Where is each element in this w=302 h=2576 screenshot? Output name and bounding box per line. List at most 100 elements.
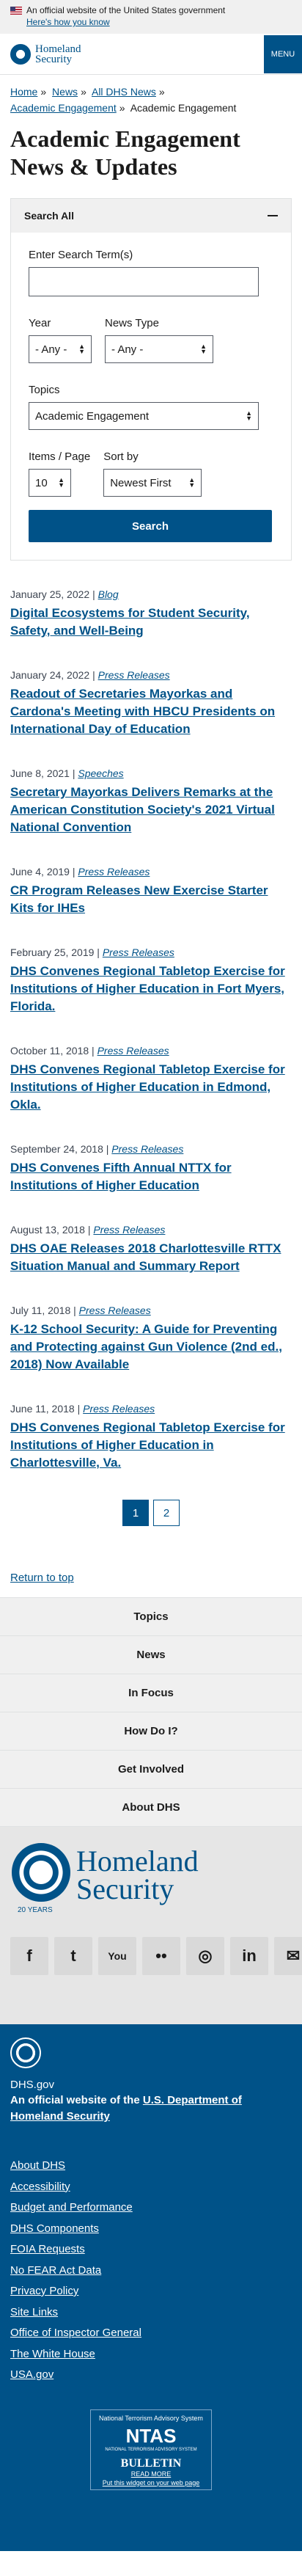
search-panel: Search All Enter Search Term(s) Year - A… — [10, 198, 292, 561]
result-type-link[interactable]: Press Releases — [98, 669, 170, 681]
ntas-bulletin: BULLETIN — [120, 2456, 182, 2470]
footer-link-budget[interactable]: Budget and Performance — [10, 2197, 292, 2219]
page-1-button[interactable]: 1 — [122, 1500, 149, 1526]
news-type-select[interactable]: - Any - ▲ ▼ — [105, 335, 213, 363]
ntas-widget[interactable]: National Terrorism Advisory System NTAS … — [90, 2409, 212, 2490]
breadcrumb-news[interactable]: News — [52, 86, 78, 98]
flickr-icon[interactable]: •• — [142, 1937, 180, 1975]
page-2-button[interactable]: 2 — [153, 1500, 180, 1526]
result-title-link[interactable]: DHS Convenes Regional Tabletop Exercise … — [10, 1061, 292, 1114]
site-footer: DHS.gov An official website of the U.S. … — [0, 2024, 302, 2551]
select-arrows-icon: ▲ ▼ — [246, 409, 252, 422]
result-meta: February 25, 2019 | Press Releases — [10, 945, 292, 960]
social-links: f t You •• ◎ in ✉ — [10, 1937, 302, 1975]
result-date: January 25, 2022 | — [10, 588, 95, 600]
footer-logo-band: Homeland Security 20 YEARS f t You •• ◎ … — [0, 1826, 302, 2024]
list-item: June 8, 2021 | Speeches Secretary Mayork… — [10, 766, 292, 836]
breadcrumb-separator: » — [81, 86, 86, 98]
youtube-icon[interactable]: You — [98, 1937, 136, 1975]
sort-by-label: Sort by — [103, 450, 139, 463]
heres-how-link[interactable]: Here's how you know — [26, 16, 292, 28]
footer-link-foia[interactable]: FOIA Requests — [10, 2239, 292, 2261]
footer-nav-about-dhs[interactable]: About DHS — [0, 1788, 302, 1826]
footer-link-accessibility[interactable]: Accessibility — [10, 2177, 292, 2198]
footer-link-no-fear[interactable]: No FEAR Act Data — [10, 2261, 292, 2282]
result-type-link[interactable]: Press Releases — [83, 1403, 155, 1415]
year-select[interactable]: - Any - ▲ ▼ — [29, 335, 92, 363]
result-date: February 25, 2019 | — [10, 946, 100, 958]
footer-links: About DHS Accessibility Budget and Perfo… — [10, 2156, 292, 2386]
list-item: January 24, 2022 | Press Releases Readou… — [10, 668, 292, 738]
topics-select[interactable]: Academic Engagement ▲ ▼ — [29, 402, 259, 430]
result-date: June 4, 2019 | — [10, 866, 76, 877]
result-date: October 11, 2018 | — [10, 1045, 95, 1057]
twitter-icon[interactable]: t — [54, 1937, 92, 1975]
page-title: Academic Engagement News & Updates — [10, 125, 240, 180]
footer-logo-text[interactable]: Homeland Security — [76, 1847, 199, 1904]
search-term-label: Enter Search Term(s) — [29, 249, 133, 261]
result-type-link[interactable]: Blog — [98, 588, 119, 600]
result-title-link[interactable]: Readout of Secretaries Mayorkas and Card… — [10, 685, 292, 738]
email-icon[interactable]: ✉ — [274, 1937, 302, 1975]
return-to-top-link[interactable]: Return to top — [10, 1572, 74, 1584]
list-item: June 11, 2018 | Press Releases DHS Conve… — [10, 1401, 292, 1472]
result-title-link[interactable]: DHS OAE Releases 2018 Charlottesville RT… — [10, 1240, 292, 1275]
select-arrows-icon: ▲ ▼ — [188, 476, 196, 489]
footer-nav-get-involved[interactable]: Get Involved — [0, 1750, 302, 1788]
sort-by-select[interactable]: Newest First ▲ ▼ — [103, 469, 202, 497]
items-per-page-value: 10 — [35, 476, 48, 489]
dhs-logo[interactable]: Homeland Security — [10, 43, 81, 65]
footer-link-privacy[interactable]: Privacy Policy — [10, 2281, 292, 2302]
list-item: October 11, 2018 | Press Releases DHS Co… — [10, 1043, 292, 1114]
breadcrumb-academic[interactable]: Academic Engagement — [10, 102, 117, 114]
dhs-seal-large-icon[interactable] — [12, 1843, 70, 1902]
result-type-link[interactable]: Press Releases — [78, 866, 150, 877]
menu-button[interactable]: MENU — [264, 34, 302, 73]
year-label: Year — [29, 317, 51, 329]
list-item: January 25, 2022 | Blog Digital Ecosyste… — [10, 587, 292, 640]
official-website-text: An official website of the U.S. Departme… — [10, 2092, 292, 2125]
footer-nav: Topics News In Focus How Do I? Get Invol… — [0, 1597, 302, 1826]
result-type-link[interactable]: Press Releases — [111, 1143, 183, 1155]
result-type-link[interactable]: Press Releases — [93, 1224, 165, 1236]
search-button[interactable]: Search — [29, 510, 272, 542]
search-term-input[interactable] — [29, 267, 259, 296]
result-title-link[interactable]: Digital Ecosystems for Student Security,… — [10, 605, 292, 640]
footer-nav-topics[interactable]: Topics — [0, 1597, 302, 1635]
breadcrumb-all-news[interactable]: All DHS News — [92, 86, 156, 98]
footer-link-components[interactable]: DHS Components — [10, 2219, 292, 2240]
list-item: June 4, 2019 | Press Releases CR Program… — [10, 864, 292, 917]
gov-banner-text: An official website of the United States… — [26, 5, 226, 15]
select-arrows-icon: ▲ ▼ — [78, 343, 85, 355]
footer-nav-news[interactable]: News — [0, 1635, 302, 1674]
search-panel-toggle[interactable]: Search All — [11, 199, 291, 233]
result-title-link[interactable]: K-12 School Security: A Guide for Preven… — [10, 1321, 292, 1373]
items-per-page-select[interactable]: 10 ▲ ▼ — [29, 469, 71, 497]
list-item: February 25, 2019 | Press Releases DHS C… — [10, 945, 292, 1015]
result-title-link[interactable]: CR Program Releases New Exercise Starter… — [10, 882, 292, 917]
result-title-link[interactable]: DHS Convenes Regional Tabletop Exercise … — [10, 963, 292, 1015]
ntas-widget-link[interactable]: Put this widget on your web page — [91, 2479, 211, 2486]
footer-link-about-dhs[interactable]: About DHS — [10, 2156, 292, 2177]
result-type-link[interactable]: Press Releases — [79, 1305, 151, 1316]
facebook-icon[interactable]: f — [10, 1937, 48, 1975]
breadcrumb-home[interactable]: Home — [10, 86, 37, 98]
ntas-logo: NTAS — [125, 2424, 177, 2447]
result-type-link[interactable]: Press Releases — [103, 946, 174, 958]
result-type-link[interactable]: Speeches — [78, 767, 123, 779]
footer-nav-how-do-i[interactable]: How Do I? — [0, 1712, 302, 1750]
result-title-link[interactable]: DHS Convenes Fifth Annual NTTX for Insti… — [10, 1159, 292, 1194]
breadcrumb-separator: » — [158, 86, 165, 98]
result-title-link[interactable]: Secretary Mayorkas Delivers Remarks at t… — [10, 784, 292, 836]
footer-link-white-house[interactable]: The White House — [10, 2344, 292, 2365]
result-title-link[interactable]: DHS Convenes Regional Tabletop Exercise … — [10, 1419, 292, 1472]
footer-link-usa-gov[interactable]: USA.gov — [10, 2365, 292, 2386]
footer-link-site-links[interactable]: Site Links — [10, 2302, 292, 2324]
ntas-read-more[interactable]: READ MORE — [91, 2470, 211, 2478]
footer-nav-in-focus[interactable]: In Focus — [0, 1674, 302, 1712]
instagram-icon[interactable]: ◎ — [186, 1937, 224, 1975]
linkedin-icon[interactable]: in — [230, 1937, 268, 1975]
ntas-title: National Terrorism Advisory System — [99, 2414, 203, 2422]
result-type-link[interactable]: Press Releases — [97, 1045, 169, 1057]
footer-link-inspector-general[interactable]: Office of Inspector General — [10, 2323, 292, 2344]
